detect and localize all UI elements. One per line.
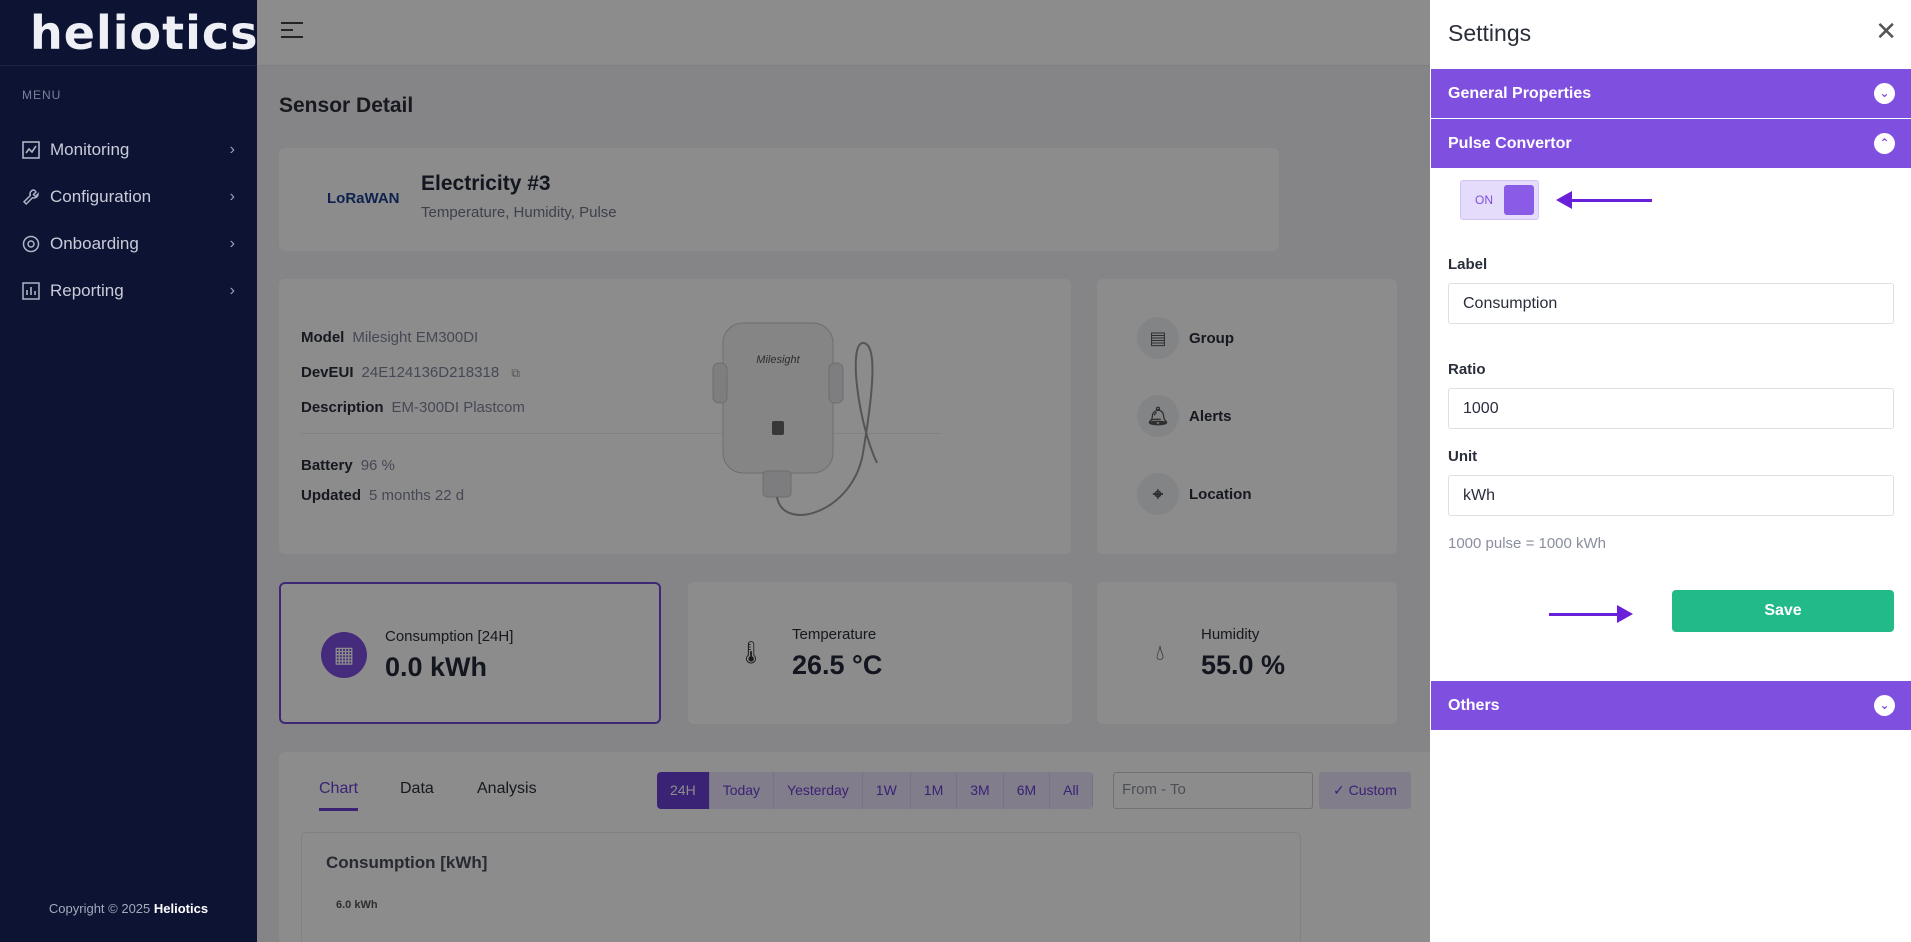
copyright-text: Copyright © 2025	[48, 901, 151, 916]
settings-panel: Settings ✕ General Properties ⌄ Pulse Co…	[1430, 0, 1911, 942]
settings-title: Settings	[1448, 20, 1532, 46]
sidebar-item-label: Monitoring	[50, 139, 130, 159]
sidebar-item-reporting[interactable]: Reporting ›	[0, 267, 257, 314]
sidebar-item-label: Onboarding	[50, 233, 139, 253]
label-input[interactable]	[1448, 283, 1894, 324]
ratio-field-label: Ratio	[1448, 361, 1486, 378]
sidebar-item-label: Reporting	[50, 280, 124, 300]
chart-icon	[22, 140, 40, 159]
pulse-toggle[interactable]: ON	[1460, 180, 1539, 220]
conversion-hint: 1000 pulse = 1000 kWh	[1448, 535, 1607, 552]
app-root: heliotics MENU Monitoring › Configuratio…	[0, 0, 1911, 942]
onboarding-icon	[22, 235, 40, 252]
ratio-input[interactable]	[1448, 388, 1894, 429]
chevron-up-icon: ⌃	[1874, 133, 1895, 154]
accordion-pulse-convertor[interactable]: Pulse Convertor ⌃	[1431, 119, 1911, 168]
accordion-label: General Properties	[1448, 84, 1592, 102]
sidebar-item-monitoring[interactable]: Monitoring ›	[0, 126, 257, 173]
sidebar-item-onboarding[interactable]: Onboarding ›	[0, 220, 257, 267]
accordion-label: Pulse Convertor	[1448, 134, 1572, 152]
menu-label: MENU	[22, 88, 62, 102]
sidebar-item-configuration[interactable]: Configuration ›	[0, 173, 257, 220]
toggle-knob	[1504, 185, 1534, 215]
close-icon[interactable]: ✕	[1875, 18, 1897, 44]
toggle-state: ON	[1475, 193, 1493, 207]
chevron-down-icon: ⌄	[1874, 83, 1895, 104]
copyright-brand: Heliotics	[153, 901, 209, 916]
accordion-general-properties[interactable]: General Properties ⌄	[1431, 69, 1911, 118]
unit-field-label: Unit	[1448, 448, 1478, 465]
report-icon	[22, 281, 40, 300]
chevron-right-icon: ›	[229, 140, 235, 158]
brand-logo[interactable]: heliotics	[0, 0, 258, 66]
accordion-label: Others	[1448, 696, 1500, 714]
annotation-arrow-right	[1549, 605, 1633, 623]
annotation-arrow-left	[1556, 191, 1652, 209]
save-button[interactable]: Save	[1672, 590, 1894, 632]
accordion-others[interactable]: Others ⌄	[1431, 681, 1911, 730]
wrench-icon	[22, 188, 39, 205]
chevron-right-icon: ›	[229, 234, 235, 252]
sidebar: heliotics MENU Monitoring › Configuratio…	[0, 0, 258, 942]
chevron-down-icon: ⌄	[1874, 695, 1895, 716]
label-field-label: Label	[1448, 256, 1488, 273]
chevron-right-icon: ›	[229, 187, 235, 205]
sidebar-item-label: Configuration	[50, 186, 152, 206]
unit-input[interactable]	[1448, 475, 1894, 516]
chevron-right-icon: ›	[229, 281, 235, 299]
copyright: Copyright © 2025 Heliotics	[0, 901, 257, 916]
